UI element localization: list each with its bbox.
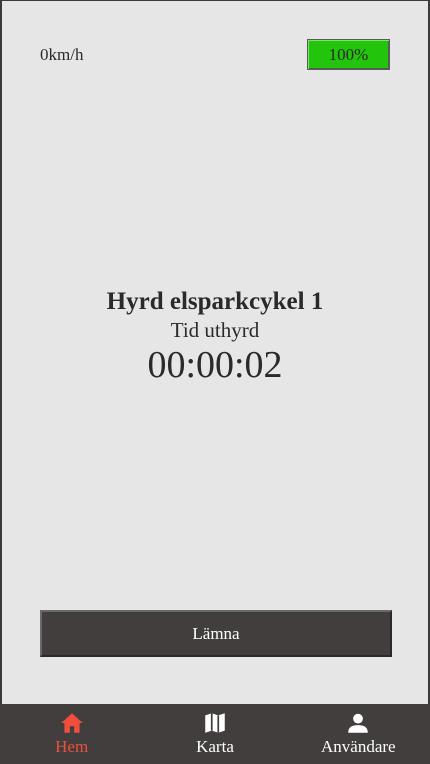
- rental-info: Hyrd elsparkcykel 1 Tid uthyrd 00:00:02: [2, 287, 428, 387]
- home-icon: [60, 713, 83, 733]
- user-icon: [348, 713, 369, 733]
- nav-label-home: Hem: [55, 737, 89, 756]
- nav-item-map[interactable]: Karta: [143, 704, 286, 764]
- nav-label-user: Användare: [321, 737, 396, 756]
- nav-label-map: Karta: [196, 737, 234, 756]
- battery-label: 100%: [328, 45, 369, 64]
- speed-readout: 0km/h: [40, 45, 84, 64]
- map-icon: [205, 713, 225, 733]
- rental-title: Hyrd elsparkcykel 1: [106, 288, 324, 315]
- battery-indicator: 100%: [307, 39, 390, 70]
- rental-timer: 00:00:02: [147, 344, 283, 386]
- nav-item-home[interactable]: Hem: [0, 704, 143, 764]
- app-screen: 0km/h 100% Hyrd elsparkcykel 1 Tid uthyr…: [0, 0, 430, 764]
- leave-button[interactable]: Lämna: [40, 610, 392, 657]
- rental-subtitle: Tid uthyrd: [170, 318, 260, 342]
- nav-item-user[interactable]: Användare: [287, 704, 430, 764]
- bottom-nav: Hem Karta Användare: [0, 704, 430, 764]
